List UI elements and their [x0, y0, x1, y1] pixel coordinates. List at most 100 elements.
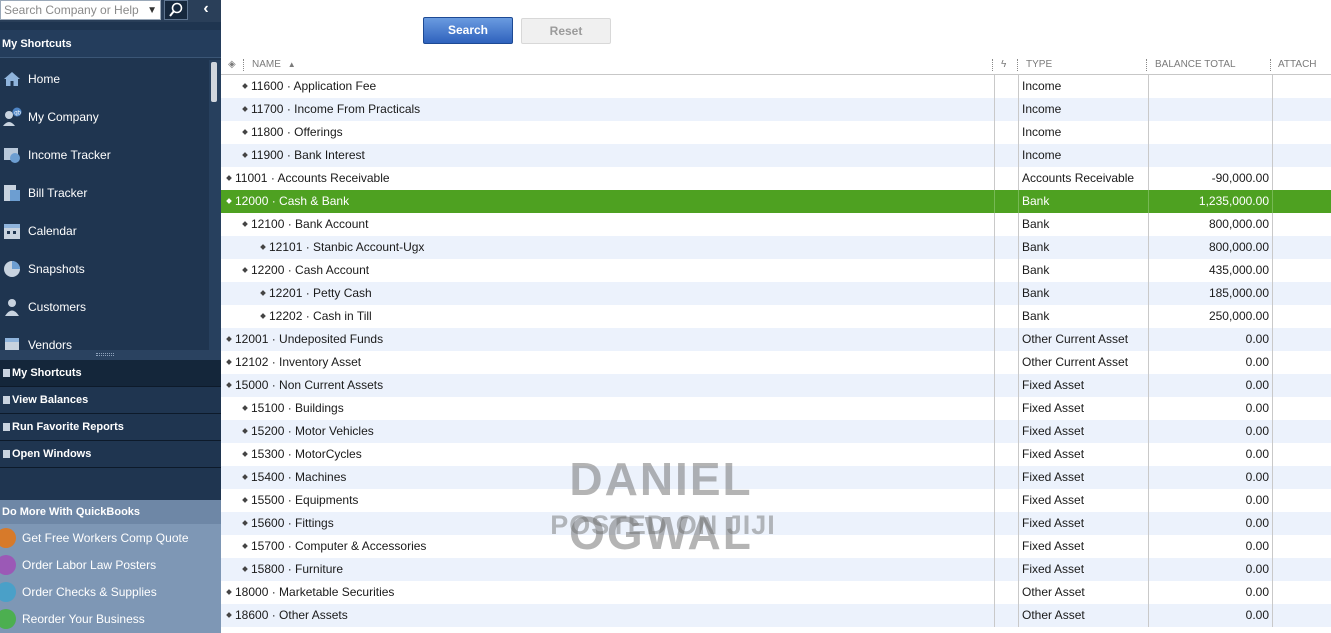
column-header-name[interactable]: NAME ▲	[252, 55, 296, 74]
attach-cell[interactable]	[1272, 420, 1331, 443]
scrollbar-thumb[interactable]	[211, 62, 217, 102]
shortcut-snapshots[interactable]: Snapshots	[0, 250, 208, 288]
flag-cell	[994, 374, 1019, 397]
column-separator[interactable]	[1146, 59, 1147, 71]
do-more-labor-law-posters[interactable]: Order Labor Law Posters	[0, 551, 221, 578]
table-row[interactable]: 12000 · Cash & Bank Bank 1,235,000.00	[221, 190, 1331, 213]
do-more-label: Order Checks & Supplies	[22, 584, 157, 599]
table-row[interactable]: 15700 · Computer & Accessories Fixed Asse…	[221, 535, 1331, 558]
account-name: 11700 · Income From Practicals	[251, 102, 421, 116]
table-row[interactable]: 12201 · Petty Cash Bank 185,000.00	[221, 282, 1331, 305]
search-submit-button[interactable]	[164, 0, 188, 20]
attach-cell[interactable]	[1272, 558, 1331, 581]
table-row[interactable]: 12202 · Cash in Till Bank 250,000.00	[221, 305, 1331, 328]
search-button[interactable]: Search	[423, 17, 513, 44]
table-row[interactable]: 12100 · Bank Account Bank 800,000.00	[221, 213, 1331, 236]
table-row[interactable]: 11001 · Accounts Receivable Accounts Rece…	[221, 167, 1331, 190]
column-separator[interactable]	[1270, 59, 1271, 71]
attach-cell[interactable]	[1272, 144, 1331, 167]
table-row[interactable]: 18600 · Other Assets Other Asset 0.00	[221, 604, 1331, 627]
table-row[interactable]: 15800 · Furniture Fixed Asset 0.00	[221, 558, 1331, 581]
column-separator[interactable]	[1017, 59, 1018, 71]
shortcut-vendors[interactable]: Vendors	[0, 326, 208, 350]
attach-cell[interactable]	[1272, 282, 1331, 305]
attach-cell[interactable]	[1272, 397, 1331, 420]
shortcuts-scrollbar[interactable]	[209, 60, 221, 350]
nav-view-balances[interactable]: View Balances	[0, 387, 221, 414]
table-row[interactable]: 12001 · Undeposited Funds Other Current A…	[221, 328, 1331, 351]
shortcut-label: Vendors	[28, 338, 73, 350]
table-row[interactable]: 15000 · Non Current Assets Fixed Asset 0.0…	[221, 374, 1331, 397]
shortcut-income-tracker[interactable]: Income Tracker	[0, 136, 208, 174]
flag-cell	[994, 512, 1019, 535]
attach-cell[interactable]	[1272, 581, 1331, 604]
account-type-cell: Other Asset	[1022, 608, 1085, 622]
shortcut-bill-tracker[interactable]: Bill Tracker	[0, 174, 208, 212]
attach-cell[interactable]	[1272, 75, 1331, 98]
panel-splitter[interactable]	[0, 350, 221, 360]
flag-cell	[994, 604, 1019, 627]
attach-cell[interactable]	[1272, 305, 1331, 328]
do-more-reorder[interactable]: Reorder Your Business	[0, 605, 221, 632]
column-header-attach[interactable]: ATTACH	[1278, 55, 1317, 74]
table-row[interactable]: 12102 · Inventory Asset Other Current Ass…	[221, 351, 1331, 374]
column-separator[interactable]	[243, 59, 244, 71]
chevron-down-icon[interactable]: ▼	[147, 3, 157, 19]
table-row[interactable]: 11800 · Offerings Income	[221, 121, 1331, 144]
table-row[interactable]: 15200 · Motor Vehicles Fixed Asset 0.00	[221, 420, 1331, 443]
balance-total-cell: -90,000.00	[1148, 167, 1272, 190]
table-row[interactable]: 15300 · MotorCycles Fixed Asset 0.00	[221, 443, 1331, 466]
attach-cell[interactable]	[1272, 489, 1331, 512]
table-row[interactable]: 18000 · Marketable Securities Other Asset…	[221, 581, 1331, 604]
table-row[interactable]: 15500 · Equipments Fixed Asset 0.00	[221, 489, 1331, 512]
attach-cell[interactable]	[1272, 604, 1331, 627]
attach-cell[interactable]	[1272, 351, 1331, 374]
account-name: 18000 · Marketable Securities	[235, 585, 395, 599]
attach-cell[interactable]	[1272, 213, 1331, 236]
shortcut-calendar[interactable]: Calendar	[0, 212, 208, 250]
column-header-type[interactable]: TYPE	[1026, 55, 1052, 74]
table-row[interactable]: 11600 · Application Fee Income	[221, 75, 1331, 98]
table-row[interactable]: 15400 · Machines Fixed Asset 0.00	[221, 466, 1331, 489]
attach-cell[interactable]	[1272, 443, 1331, 466]
do-more-workers-comp[interactable]: Get Free Workers Comp Quote	[0, 524, 221, 551]
account-type-cell: Fixed Asset	[1022, 447, 1085, 461]
shortcut-customers[interactable]: Customers	[0, 288, 208, 326]
flag-cell	[994, 466, 1019, 489]
account-type-cell: Bank	[1022, 309, 1050, 323]
table-row[interactable]: 12101 · Stanbic Account-Ugx Bank 800,000.0…	[221, 236, 1331, 259]
company-help-search-input[interactable]: Search Company or Help ▼	[0, 0, 161, 20]
column-separator[interactable]	[992, 59, 993, 71]
nav-open-windows[interactable]: Open Windows	[0, 441, 221, 468]
shortcut-home[interactable]: Home	[0, 60, 208, 98]
attach-cell[interactable]	[1272, 374, 1331, 397]
attach-cell[interactable]	[1272, 121, 1331, 144]
attach-cell[interactable]	[1272, 512, 1331, 535]
reset-button[interactable]: Reset	[521, 18, 611, 44]
account-name-cell: 18000 · Marketable Securities	[221, 581, 994, 604]
account-type-cell: Fixed Asset	[1022, 539, 1085, 553]
do-more-checks-supplies[interactable]: Order Checks & Supplies	[0, 578, 221, 605]
attach-cell[interactable]	[1272, 236, 1331, 259]
table-row[interactable]: 11900 · Bank Interest Income	[221, 144, 1331, 167]
table-row[interactable]: 15600 · Fittings Fixed Asset 0.00	[221, 512, 1331, 535]
attach-cell[interactable]	[1272, 190, 1331, 213]
attach-cell[interactable]	[1272, 98, 1331, 121]
diamond-icon[interactable]: ◈	[228, 55, 236, 74]
shortcut-my-company[interactable]: qb My Company	[0, 98, 208, 136]
table-row[interactable]: 12200 · Cash Account Bank 435,000.00	[221, 259, 1331, 282]
nav-my-shortcuts[interactable]: My Shortcuts	[0, 360, 221, 387]
column-header-balance[interactable]: BALANCE TOTAL	[1155, 55, 1236, 74]
attach-cell[interactable]	[1272, 167, 1331, 190]
table-row[interactable]: 15100 · Buildings Fixed Asset 0.00	[221, 397, 1331, 420]
attach-cell[interactable]	[1272, 328, 1331, 351]
lightning-icon[interactable]: ϟ	[1001, 55, 1006, 74]
attach-cell[interactable]	[1272, 259, 1331, 282]
flag-cell	[994, 167, 1019, 190]
table-row[interactable]: 11700 · Income From Practicals Income	[221, 98, 1331, 121]
do-more-panel: Do More With QuickBooks Get Free Workers…	[0, 500, 221, 633]
nav-run-favorite-reports[interactable]: Run Favorite Reports	[0, 414, 221, 441]
attach-cell[interactable]	[1272, 535, 1331, 558]
collapse-sidebar-button[interactable]: ‹	[194, 0, 218, 20]
attach-cell[interactable]	[1272, 466, 1331, 489]
